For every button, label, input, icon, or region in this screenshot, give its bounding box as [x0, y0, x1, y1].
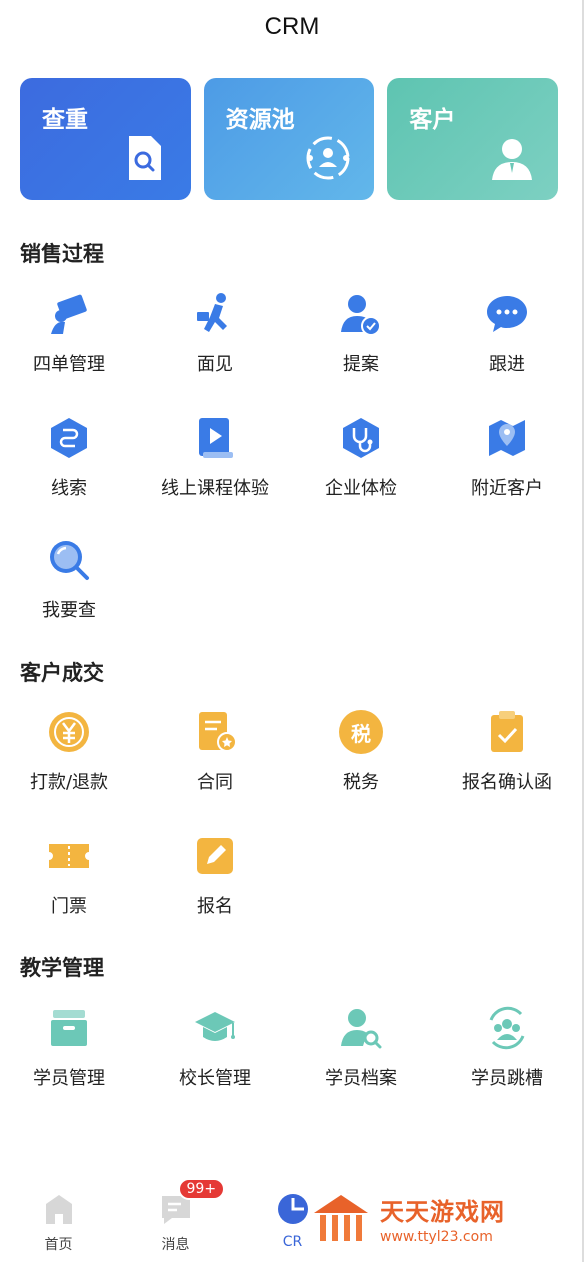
resource-pool-icon: [306, 136, 350, 180]
user-check-icon: [341, 295, 381, 336]
grid-item-student-manage[interactable]: 学员管理: [0, 1006, 142, 1106]
grid-item-label: 附近客户: [471, 478, 543, 499]
ticket-icon: [49, 844, 89, 868]
grid-item-proposal[interactable]: 提案: [288, 292, 434, 392]
tab-label: 消息: [161, 1237, 190, 1253]
archive-box-icon: [51, 1010, 87, 1046]
grid-item-enrollment-confirmation[interactable]: 报名确认函: [434, 710, 580, 810]
edit-icon: [197, 838, 233, 874]
grid-item-label: 我要查: [42, 600, 96, 621]
tab-messages[interactable]: 99+ 消息: [117, 1170, 234, 1262]
grid-item-order-manage[interactable]: 四单管理: [0, 292, 142, 392]
grid-item-label: 报名确认函: [462, 772, 552, 793]
home-icon: [45, 1195, 72, 1224]
watermark-title: 天天游戏网: [380, 1197, 505, 1226]
crm-pie-icon: [277, 1194, 308, 1224]
grid-item-label: 提案: [343, 354, 379, 375]
grid-item-principal-manage[interactable]: 校长管理: [142, 1006, 288, 1106]
grid-item-label: 学员管理: [33, 1068, 105, 1089]
tab-label: 首页: [44, 1237, 73, 1253]
watermark-url: www.ttyl23.com: [380, 1228, 493, 1245]
unread-badge: 99+: [177, 1178, 226, 1200]
card-label: 查重: [42, 107, 88, 133]
grid-item-label: 报名: [197, 896, 233, 917]
magnifier-icon: [50, 541, 89, 580]
clipboard-check-icon: [491, 711, 523, 752]
section-title-sales: 销售过程: [20, 242, 104, 266]
grid-item-label: 跟进: [489, 354, 525, 375]
grid-item-label: 面见: [197, 354, 233, 375]
page-title: CRM: [264, 13, 320, 40]
document-search-icon: [128, 136, 161, 180]
card-label: 资源池: [225, 107, 295, 133]
tax-icon: 税: [339, 710, 383, 754]
grid-item-company-checkup[interactable]: 企业体检: [288, 416, 434, 516]
grid-item-label: 校长管理: [179, 1068, 251, 1089]
map-pin-icon: [489, 420, 525, 456]
card-resource-pool[interactable]: 资源池: [203, 78, 375, 200]
section-title-deals: 客户成交: [20, 661, 104, 685]
grid-item-nearby-customers[interactable]: 附近客户: [434, 416, 580, 516]
watermark: 天天游戏网 www.ttyl23.com: [312, 1192, 542, 1245]
grid-item-meeting[interactable]: 面见: [142, 292, 288, 392]
grid-item-label: 线上课程体验: [161, 478, 269, 499]
customer-icon: [492, 139, 533, 180]
grid-item-label: 打款/退款: [29, 772, 109, 793]
grid-item-search[interactable]: 我要查: [0, 538, 142, 638]
grid-item-label: 企业体检: [325, 478, 397, 499]
top-cards: 查重 资源池 客户: [20, 78, 559, 200]
grid-item-follow-up[interactable]: 跟进: [434, 292, 580, 392]
stethoscope-icon: [343, 418, 379, 458]
tax-icon-glyph: 税: [351, 721, 371, 746]
video-book-icon: [199, 418, 233, 458]
yen-coin-icon: [49, 712, 89, 752]
message-icon-wrap: 99+: [159, 1178, 226, 1226]
card-duplicate-check[interactable]: 查重: [20, 78, 191, 200]
grid-item-student-file[interactable]: 学员档案: [288, 1006, 434, 1106]
running-person-icon: [197, 293, 227, 332]
grid-item-label: 学员档案: [325, 1068, 397, 1089]
grid-item-label: 学员跳槽: [471, 1068, 543, 1089]
chat-bubble-icon: [487, 296, 527, 332]
top-bar: CRM: [0, 0, 584, 54]
tab-label: CR: [282, 1234, 303, 1250]
grid-item-label: 合同: [197, 772, 233, 793]
contract-icon: [199, 712, 237, 752]
grid-item-enroll[interactable]: 报名: [142, 834, 288, 934]
section-title-teaching: 教学管理: [20, 956, 104, 980]
grid-item-label: 税务: [343, 772, 379, 793]
grid-item-contract[interactable]: 合同: [142, 710, 288, 810]
group-cycle-icon: [489, 1006, 525, 1050]
user-search-icon: [341, 1009, 382, 1049]
grid-item-student-transfer[interactable]: 学员跳槽: [434, 1006, 580, 1106]
grid-item-payment-refund[interactable]: 打款/退款: [0, 710, 142, 810]
card-customer[interactable]: 客户: [387, 78, 559, 200]
grid-item-label: 四单管理: [33, 354, 105, 375]
order-manage-icon: [51, 294, 87, 334]
grid-item-label: 线索: [51, 478, 87, 499]
card-label: 客户: [409, 107, 456, 133]
grid-item-tax[interactable]: 税 税务: [288, 710, 434, 810]
grid-item-clue[interactable]: 线索: [0, 416, 142, 516]
graduation-cap-icon: [195, 1012, 235, 1041]
grid-item-ticket[interactable]: 门票: [0, 834, 142, 934]
clue-hexagon-icon: [51, 418, 87, 458]
tab-home[interactable]: 首页: [0, 1170, 117, 1262]
grid-item-online-course[interactable]: 线上课程体验: [142, 416, 288, 516]
watermark-logo-icon: [314, 1195, 368, 1241]
grid-item-label: 门票: [51, 896, 87, 917]
